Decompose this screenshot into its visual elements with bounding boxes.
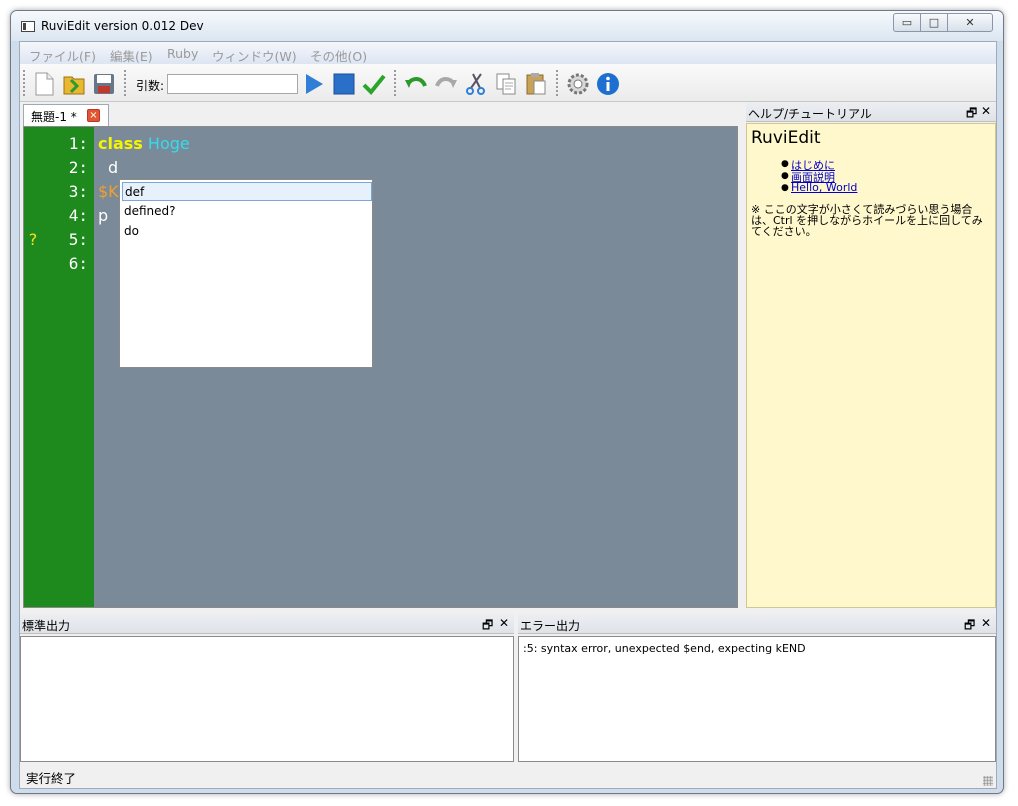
stdout-title: 標準出力 [22,619,71,633]
float-icon[interactable]: 🗗 [966,104,977,125]
stdout-header: 標準出力 🗗 ✕ [20,614,514,634]
autocomplete-item-selected[interactable]: def [122,182,372,201]
app-icon [21,21,35,32]
paste-icon[interactable] [524,72,548,96]
syntax-check-icon[interactable] [362,72,386,96]
help-panel-header: ヘルプ/チュートリアル 🗗 ✕ [746,102,996,122]
code-line-4: p [98,206,109,225]
window-title: RuviEdit version 0.012 Dev [41,19,204,33]
stderr-title: エラー出力 [520,619,581,633]
close-icon[interactable]: ✕ [499,616,509,630]
stderr-header: エラー出力 🗗 ✕ [518,614,996,634]
error-marker: ? [28,230,38,249]
copy-icon[interactable] [494,72,518,96]
help-note: ※ ここの文字が小さくて読みづらい思う場合は、Ctrl を押しながらホイールを上… [751,203,983,238]
line-number: 4: [68,206,88,225]
code-line-2: d [108,158,119,177]
code-line-3: $K [98,182,119,201]
menu-bar: ファイル(F) 編集(E) Ruby ウィンドウ(W) その他(O) [20,42,996,64]
run-icon[interactable] [302,72,326,96]
args-input[interactable] [167,74,298,94]
title-bar: RuviEdit version 0.012 Dev ▭ □ ✕ [11,11,1003,41]
code-class-name: Hoge [147,134,190,153]
save-icon[interactable] [92,72,116,96]
menu-edit[interactable]: 編集(E) [110,46,153,65]
open-file-icon[interactable] [62,72,86,96]
resize-grip[interactable] [983,776,993,786]
error-message: :5: syntax error, unexpected $end, expec… [523,642,806,655]
stderr-output[interactable]: :5: syntax error, unexpected $end, expec… [518,636,996,762]
stdout-panel: 標準出力 🗗 ✕ [20,614,514,762]
new-file-icon[interactable] [32,72,56,96]
menu-file[interactable]: ファイル(F) [29,46,96,65]
redo-icon[interactable] [434,72,458,96]
toolbar-grip[interactable] [23,70,26,96]
status-bar: 実行終了 [20,764,996,788]
stderr-panel: エラー出力 🗗 ✕ :5: syntax error, unexpected $… [518,614,996,762]
menu-ruby[interactable]: Ruby [167,46,198,61]
maximize-button[interactable]: □ [920,13,948,32]
client-area: ファイル(F) 編集(E) Ruby ウィンドウ(W) その他(O) 引数: 無… [19,41,997,789]
app-window: RuviEdit version 0.012 Dev ▭ □ ✕ ファイル(F)… [10,10,1004,794]
stop-icon[interactable] [332,72,356,96]
toolbar-grip[interactable] [394,70,397,96]
tab-label: 無題-1 * [31,110,77,124]
editor-tabbar: 無題-1 * × [20,102,740,126]
settings-icon[interactable] [566,72,590,96]
autocomplete-popup: def defined? do [119,179,373,368]
close-icon[interactable]: ✕ [981,616,991,630]
help-panel-title: ヘルプ/チュートリアル [748,107,872,121]
close-icon[interactable]: ✕ [981,104,991,118]
menu-other[interactable]: その他(O) [310,46,367,65]
cut-icon[interactable] [464,72,488,96]
help-panel: ヘルプ/チュートリアル 🗗 ✕ RuviEdit ● はじめに ● 画面説明 ●… [746,102,996,608]
help-link-hello[interactable]: Hello, World [791,181,857,194]
float-icon[interactable]: 🗗 [482,616,493,637]
undo-icon[interactable] [404,72,428,96]
minimize-button[interactable]: ▭ [893,13,921,32]
tab-untitled-1[interactable]: 無題-1 * × [23,104,109,126]
code-keyword: class [98,134,143,153]
line-number: 2: [68,158,88,177]
toolbar-grip[interactable] [556,70,559,96]
bullet-icon: ● [781,159,789,169]
autocomplete-item[interactable]: do [122,222,372,241]
code-editor[interactable]: 1: 2: 3: 4: 5: 6: ? class Hoge d $K p de… [23,126,738,608]
help-heading: RuviEdit [751,128,821,148]
bullet-icon: ● [781,183,789,193]
code-line-1: class Hoge [98,134,190,153]
stdout-output[interactable] [20,636,514,762]
info-icon[interactable] [596,72,620,96]
autocomplete-item[interactable]: defined? [122,202,372,221]
toolbar-grip[interactable] [124,70,127,96]
line-number-gutter: 1: 2: 3: 4: 5: 6: ? [24,127,94,607]
args-label: 引数: [136,79,165,93]
help-content: RuviEdit ● はじめに ● 画面説明 ● Hello, World ※ … [746,123,996,608]
line-number: 6: [68,254,88,273]
status-text: 実行終了 [26,771,77,786]
bullet-icon: ● [781,171,789,181]
line-number: 1: [68,134,88,153]
float-icon[interactable]: 🗗 [964,616,975,637]
line-number: 3: [68,182,88,201]
tab-close-icon[interactable]: × [87,109,100,122]
menu-window[interactable]: ウィンドウ(W) [212,46,297,65]
toolbar: 引数: [20,64,996,102]
close-window-button[interactable]: ✕ [947,13,993,32]
